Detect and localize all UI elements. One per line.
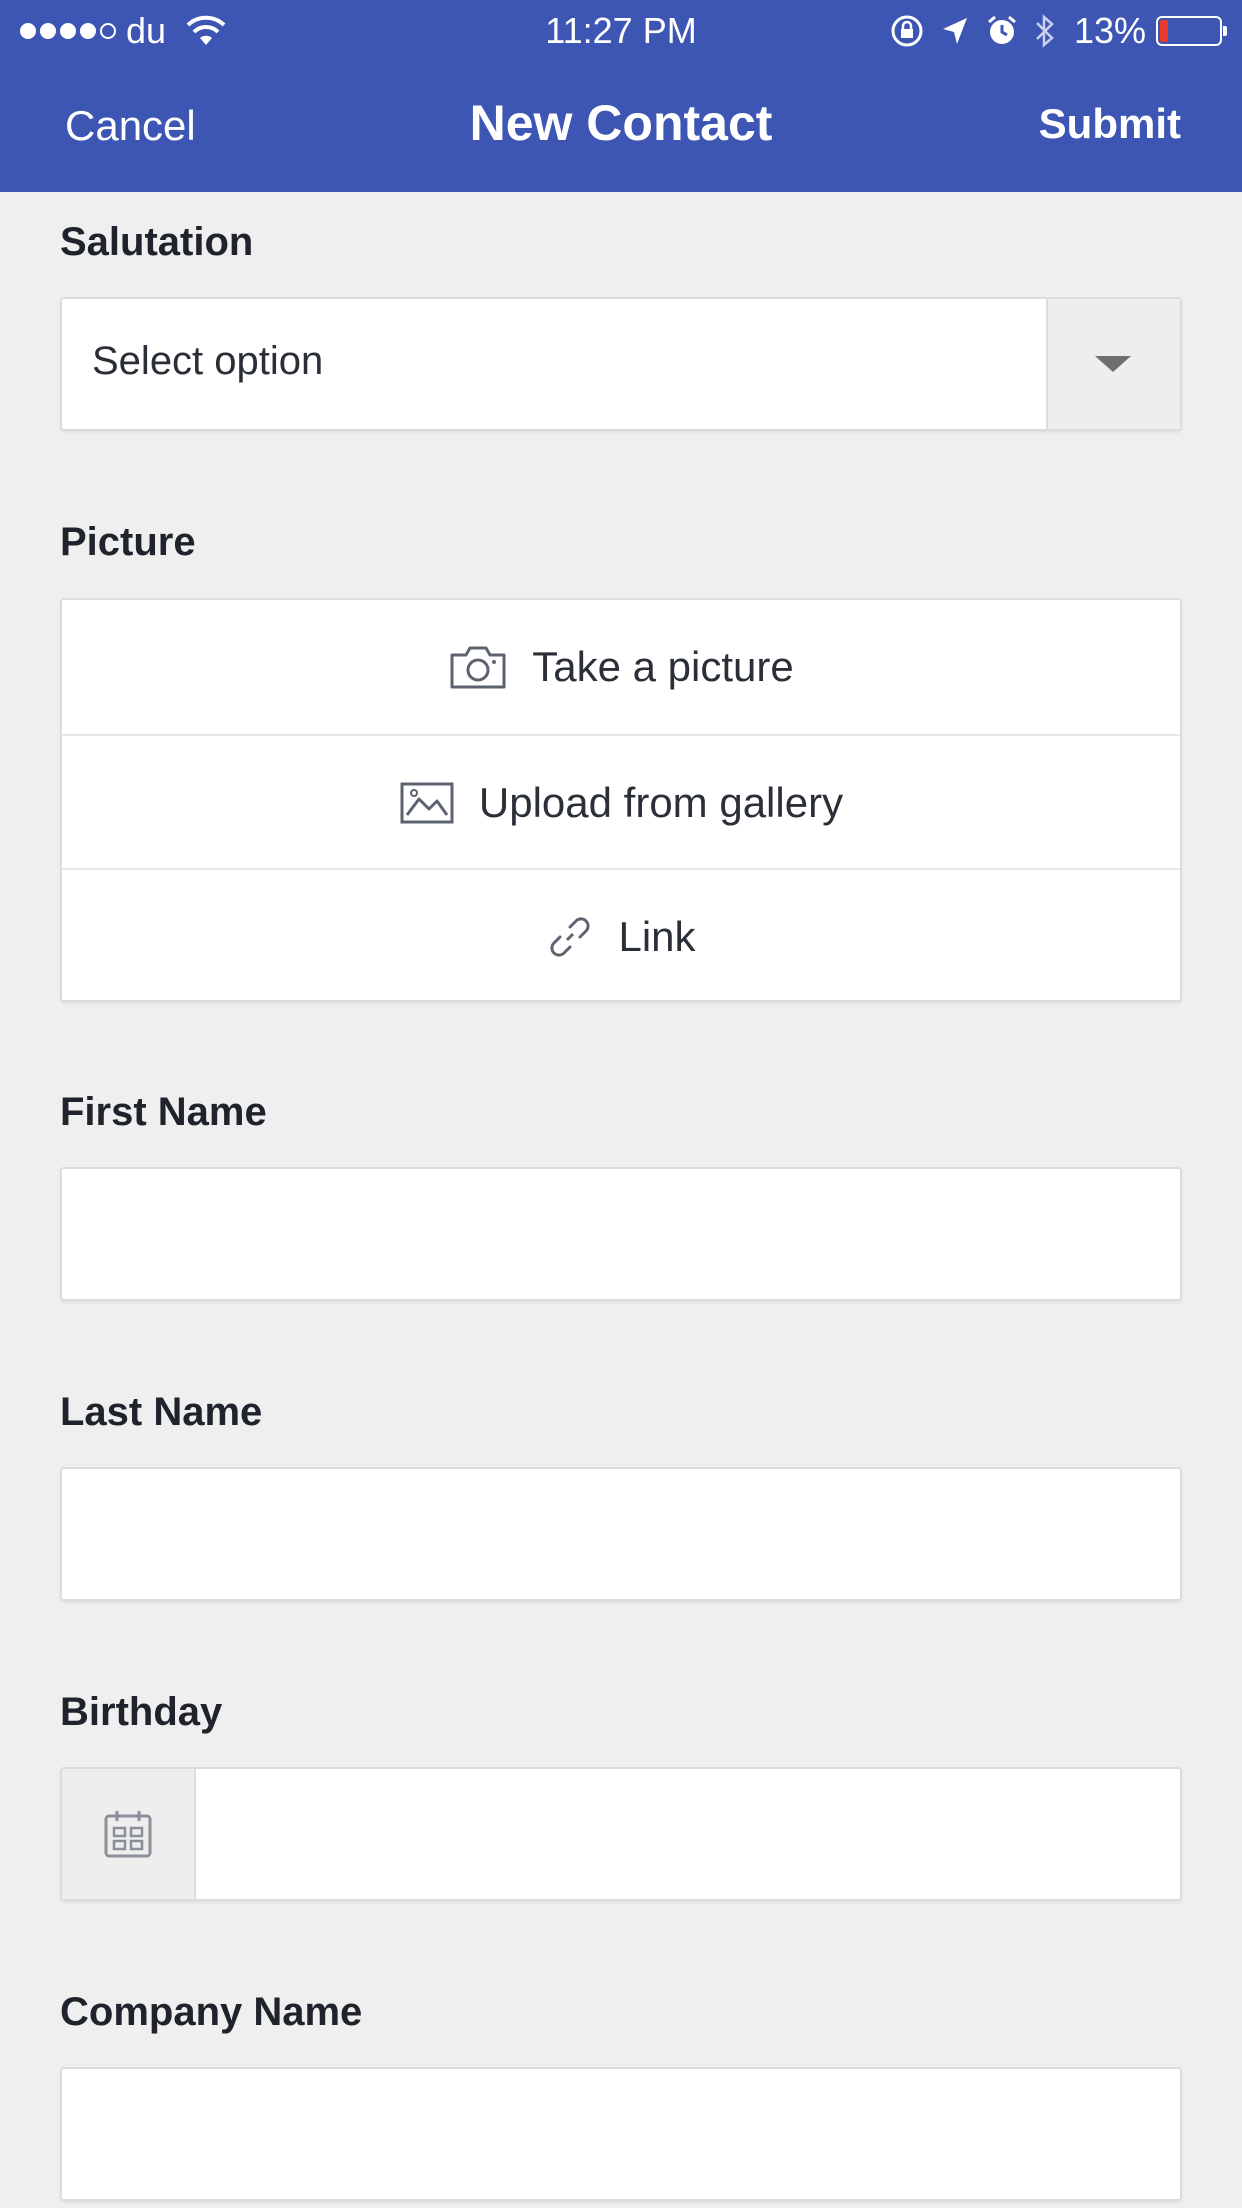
link-icon — [550, 917, 591, 957]
take-picture-label: Take a picture — [532, 643, 794, 690]
picture-options: Take a picture Upload from gallery Link — [60, 598, 1182, 1002]
alarm-clock-icon — [987, 15, 1016, 44]
picture-label: Picture — [60, 520, 196, 564]
battery-icon — [1156, 16, 1227, 46]
link-label: Link — [618, 913, 696, 960]
upload-from-gallery-button[interactable]: Upload from gallery — [62, 734, 1180, 870]
birthday-label: Birthday — [60, 1690, 223, 1734]
salutation-dropdown-toggle[interactable] — [1046, 299, 1180, 429]
date-picker-button[interactable] — [62, 1769, 196, 1899]
last-name-label: Last Name — [60, 1390, 263, 1434]
status-right: 13% — [874, 10, 1227, 52]
first-name-label: First Name — [60, 1090, 267, 1134]
chevron-down-icon — [1095, 356, 1131, 372]
battery-percentage: 13% — [1073, 10, 1146, 51]
status-bar: du 11:27 PM 13% — [0, 0, 1242, 60]
camera-icon — [450, 646, 506, 689]
salutation-label: Salutation — [60, 220, 254, 264]
last-name-input[interactable] — [60, 1467, 1182, 1601]
birthday-input[interactable] — [196, 1769, 1180, 1899]
navigation-bar: Cancel New Contact Submit — [0, 80, 1242, 170]
submit-button[interactable]: Submit — [1039, 100, 1181, 148]
image-icon — [400, 782, 454, 824]
company-name-input[interactable] — [60, 2067, 1182, 2201]
battery-level-fill — [1160, 20, 1168, 42]
orientation-lock-icon — [891, 15, 923, 47]
upload-from-gallery-label: Upload from gallery — [478, 779, 844, 826]
company-name-label: Company Name — [60, 1990, 363, 2034]
location-arrow-icon — [942, 18, 967, 44]
link-button[interactable]: Link — [62, 868, 1180, 1004]
salutation-selected-value: Select option — [92, 339, 324, 383]
take-picture-button[interactable]: Take a picture — [62, 600, 1180, 734]
bluetooth-icon — [1036, 14, 1054, 48]
salutation-select[interactable]: Select option — [60, 297, 1182, 431]
birthday-field — [60, 1767, 1182, 1901]
app-header: du 11:27 PM 13% Cancel New Contact Submi… — [0, 0, 1242, 192]
cancel-button[interactable]: Cancel — [65, 102, 196, 150]
first-name-input[interactable] — [60, 1167, 1182, 1301]
calendar-icon — [104, 1811, 152, 1858]
